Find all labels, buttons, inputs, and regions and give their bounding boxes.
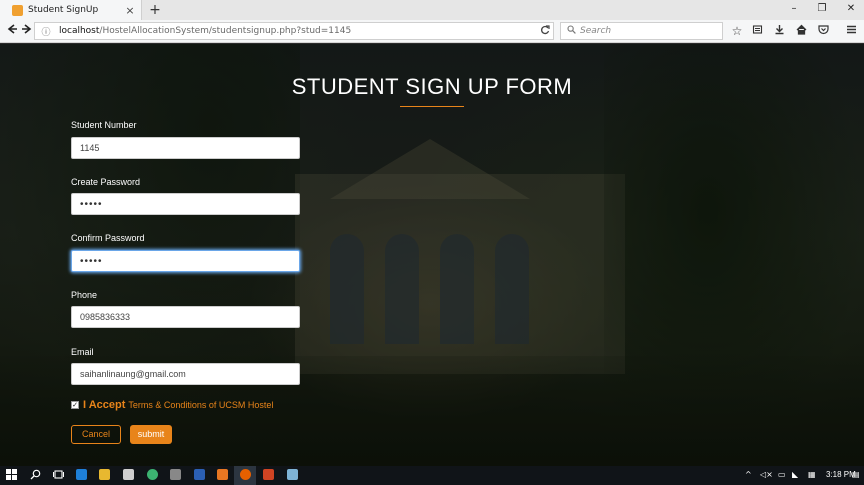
create-password-input[interactable]: ••••• bbox=[71, 193, 300, 215]
terms-link[interactable]: Terms & Conditions of UCSM Hostel bbox=[128, 400, 273, 410]
accept-checkbox[interactable]: ✓ bbox=[71, 401, 79, 409]
close-tab-icon[interactable]: × bbox=[123, 4, 137, 17]
task-view-icon[interactable] bbox=[52, 469, 65, 482]
phone-label: Phone bbox=[71, 290, 98, 300]
student-number-input[interactable]: 1145 bbox=[71, 137, 300, 159]
xampp-icon[interactable] bbox=[217, 469, 228, 480]
search-icon bbox=[567, 25, 576, 37]
info-icon[interactable]: ⓘ bbox=[41, 25, 51, 38]
search-bar[interactable]: Search bbox=[560, 22, 723, 40]
minimize-icon[interactable]: – bbox=[786, 2, 802, 16]
word-icon[interactable] bbox=[194, 469, 205, 480]
close-window-icon[interactable]: ✕ bbox=[843, 2, 859, 16]
keyboard-icon[interactable]: ▦ bbox=[808, 470, 816, 479]
restore-icon[interactable]: ❐ bbox=[814, 2, 830, 16]
accept-label: I Accept bbox=[83, 399, 126, 411]
submit-button[interactable]: submit bbox=[130, 425, 172, 444]
wifi-icon[interactable]: ◣ bbox=[792, 470, 798, 479]
notifications-icon[interactable]: ▤ bbox=[852, 470, 860, 479]
firefox-icon[interactable] bbox=[240, 469, 251, 480]
tab-title: Student SignUp bbox=[28, 5, 99, 15]
file-explorer-icon[interactable] bbox=[99, 469, 110, 480]
email-input[interactable]: saihanlinaung@gmail.com bbox=[71, 363, 300, 385]
confirm-password-label: Confirm Password bbox=[71, 233, 145, 243]
cancel-button[interactable]: Cancel bbox=[71, 425, 121, 444]
download-icon[interactable] bbox=[772, 23, 786, 39]
new-tab-icon[interactable]: + bbox=[148, 2, 162, 18]
taskbar: ^ ◁× ▭ ◣ ▦ 3:18 PM ▤ bbox=[0, 466, 864, 485]
email-label: Email bbox=[71, 347, 94, 357]
powerpoint-icon[interactable] bbox=[263, 469, 274, 480]
page-content: STUDENT SIGN UP FORM Student Number 1145… bbox=[0, 44, 864, 466]
network-icon[interactable]: ▭ bbox=[778, 470, 786, 479]
app-icon[interactable] bbox=[147, 469, 158, 480]
confirm-password-input[interactable]: ••••• bbox=[71, 250, 300, 272]
search-icon[interactable] bbox=[29, 469, 42, 482]
reading-list-icon[interactable] bbox=[750, 23, 764, 39]
volume-icon[interactable]: ◁× bbox=[760, 470, 773, 479]
search-placeholder: Search bbox=[580, 26, 612, 36]
home-icon[interactable] bbox=[794, 23, 808, 39]
menu-icon[interactable] bbox=[844, 23, 858, 39]
reload-icon[interactable] bbox=[538, 23, 552, 39]
forward-icon[interactable] bbox=[20, 23, 34, 39]
store-icon[interactable] bbox=[123, 469, 134, 480]
edge-icon[interactable] bbox=[76, 469, 87, 480]
tray-chevron-icon[interactable]: ^ bbox=[745, 470, 752, 479]
site-favicon-icon bbox=[12, 4, 23, 16]
browser-tab[interactable]: Student SignUp × bbox=[0, 0, 142, 20]
windows-start-icon[interactable] bbox=[5, 469, 18, 482]
app-icon[interactable] bbox=[287, 469, 298, 480]
app-icon[interactable] bbox=[170, 469, 181, 480]
accept-terms-row: ✓ I Accept Terms & Conditions of UCSM Ho… bbox=[71, 399, 273, 411]
tab-bar: Student SignUp × + – ❐ ✕ bbox=[0, 0, 864, 20]
form-title: STUDENT SIGN UP FORM bbox=[291, 74, 573, 99]
create-password-label: Create Password bbox=[71, 177, 141, 187]
student-number-label: Student Number bbox=[71, 120, 137, 130]
url-bar[interactable]: ⓘ localhost/HostelAllocationSystem/stude… bbox=[34, 22, 554, 40]
title-underline bbox=[400, 106, 464, 107]
bookmark-star-icon[interactable]: ☆ bbox=[730, 23, 744, 39]
navigation-bar: ⓘ localhost/HostelAllocationSystem/stude… bbox=[0, 20, 864, 43]
pocket-icon[interactable] bbox=[816, 23, 830, 39]
back-icon[interactable] bbox=[5, 23, 19, 39]
phone-input[interactable]: 0985836333 bbox=[71, 306, 300, 328]
url-text: localhost/HostelAllocationSystem/student… bbox=[59, 26, 352, 36]
